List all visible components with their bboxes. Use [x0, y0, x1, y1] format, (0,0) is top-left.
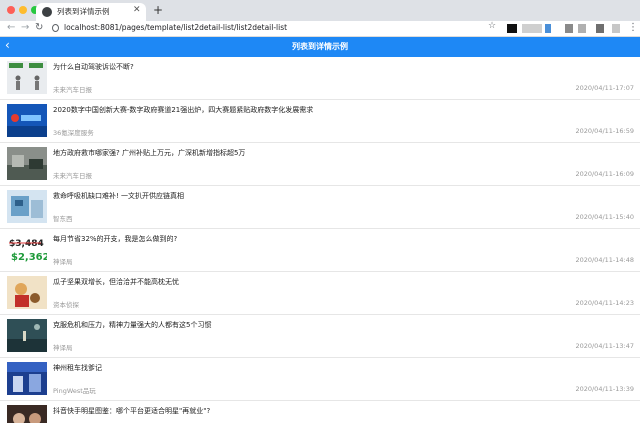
item-time: 2020/04/11-16:59 — [575, 127, 634, 135]
item-source: 未来汽车日报 — [53, 86, 92, 94]
item-source: 未来汽车日报 — [53, 172, 92, 180]
extension-icon[interactable] — [565, 24, 573, 33]
extension-icon[interactable] — [545, 24, 551, 33]
thumbnail-image — [7, 276, 47, 309]
reload-icon[interactable]: ↻ — [35, 22, 43, 33]
item-title: 克服危机和压力，精神力量强大的人都有这5个习惯 — [53, 321, 212, 329]
thumbnail-image — [7, 147, 47, 180]
item-time: 2020/04/11-14:23 — [575, 299, 634, 307]
tab-title: 列表到详情示例 — [57, 7, 110, 16]
forward-icon[interactable]: → — [21, 22, 29, 33]
thumbnail-image: $3,484 $2,362 — [7, 233, 47, 266]
list-item[interactable]: 地方政府救市哪家强? 广州补贴上万元，广深机新增指标超5万 未来汽车日报 202… — [0, 143, 640, 186]
item-title: 神州租车找爹记 — [53, 364, 102, 372]
item-source: PingWest品玩 — [53, 387, 96, 395]
extension-icon[interactable] — [578, 24, 586, 33]
list-item[interactable]: $3,484 $2,362 每月节省32%的开支，我是怎么做到的? 神译局 20… — [0, 229, 640, 272]
list-item[interactable]: 救命呼吸机缺口难补! 一文扒开供应链真相 智东西 2020/04/11-15:4… — [0, 186, 640, 229]
list-item[interactable]: 抖音快手明星图鉴：哪个平台更适合明星"再就业"? — [0, 401, 640, 423]
item-source: 神译局 — [53, 344, 73, 352]
window-minimize-button[interactable] — [19, 6, 27, 14]
page-title: 列表到详情示例 — [292, 42, 348, 51]
item-title: 瓜子坚果双增长，但洽洽并不能高枕无忧 — [53, 278, 179, 286]
svg-text:$3,484: $3,484 — [9, 239, 44, 249]
browser-tab-strip: 列表到详情示例 ✕ + — [0, 0, 640, 21]
item-time: 2020/04/11-14:48 — [575, 256, 634, 264]
browser-toolbar: ← → ↻ localhost:8081/pages/template/list… — [0, 21, 640, 37]
extension-icon[interactable] — [612, 24, 620, 33]
window-close-button[interactable] — [7, 6, 15, 14]
extension-icon[interactable] — [596, 24, 604, 33]
item-title: 救命呼吸机缺口难补! 一文扒开供应链真相 — [53, 192, 185, 200]
news-list: 为什么自动驾驶诉讼不断? 未来汽车日报 2020/04/11-17:07 202… — [0, 57, 640, 423]
item-title: 每月节省32%的开支，我是怎么做到的? — [53, 235, 178, 243]
list-item[interactable]: 2020数字中国创新大赛-数字政府赛道21强出炉，四大赛题紧贴政府数字化发展需求… — [0, 100, 640, 143]
browser-tab[interactable]: 列表到详情示例 ✕ — [36, 3, 146, 21]
thumbnail-image — [7, 190, 47, 223]
item-time: 2020/04/11-17:07 — [575, 84, 634, 92]
item-title: 抖音快手明星图鉴：哪个平台更适合明星"再就业"? — [53, 407, 211, 415]
back-icon[interactable]: ← — [7, 22, 15, 33]
thumbnail-image — [7, 61, 47, 94]
list-item[interactable]: 神州租车找爹记 PingWest品玩 2020/04/11-13:39 — [0, 358, 640, 401]
list-item[interactable]: 克服危机和压力，精神力量强大的人都有这5个习惯 神译局 2020/04/11-1… — [0, 315, 640, 358]
thumbnail-image — [7, 405, 47, 423]
list-item[interactable]: 为什么自动驾驶诉讼不断? 未来汽车日报 2020/04/11-17:07 — [0, 57, 640, 100]
item-source: 36氪深度服务 — [53, 129, 94, 137]
thumbnail-image — [7, 362, 47, 395]
extension-icon[interactable] — [522, 24, 542, 33]
item-source: 资本侦探 — [53, 301, 79, 309]
new-tab-icon[interactable]: + — [153, 3, 163, 17]
item-title: 2020数字中国创新大赛-数字政府赛道21强出炉，四大赛题紧贴政府数字化发展需求 — [53, 106, 314, 114]
item-time: 2020/04/11-13:39 — [575, 385, 634, 393]
list-item[interactable]: 瓜子坚果双增长，但洽洽并不能高枕无忧 资本侦探 2020/04/11-14:23 — [0, 272, 640, 315]
tab-close-icon[interactable]: ✕ — [133, 5, 141, 15]
item-time: 2020/04/11-16:09 — [575, 170, 634, 178]
item-source: 神译局 — [53, 258, 73, 266]
item-source: 智东西 — [53, 215, 73, 223]
app-header: ‹ 列表到详情示例 — [0, 37, 640, 57]
extension-icon[interactable] — [507, 24, 517, 33]
bookmark-star-icon[interactable]: ☆ — [488, 21, 496, 31]
info-icon[interactable] — [52, 24, 59, 32]
thumbnail-image — [7, 319, 47, 352]
item-time: 2020/04/11-15:40 — [575, 213, 634, 221]
favicon-icon — [42, 7, 52, 17]
address-bar[interactable]: localhost:8081/pages/template/list2detai… — [50, 22, 500, 35]
item-title: 为什么自动驾驶诉讼不断? — [53, 63, 134, 71]
svg-text:$2,362: $2,362 — [11, 252, 47, 263]
item-title: 地方政府救市哪家强? 广州补贴上万元，广深机新增指标超5万 — [53, 149, 246, 157]
url-text: localhost:8081/pages/template/list2detai… — [64, 23, 288, 32]
thumbnail-image — [7, 104, 47, 137]
item-time: 2020/04/11-13:47 — [575, 342, 634, 350]
browser-menu-icon[interactable]: ⋮ — [628, 22, 638, 33]
